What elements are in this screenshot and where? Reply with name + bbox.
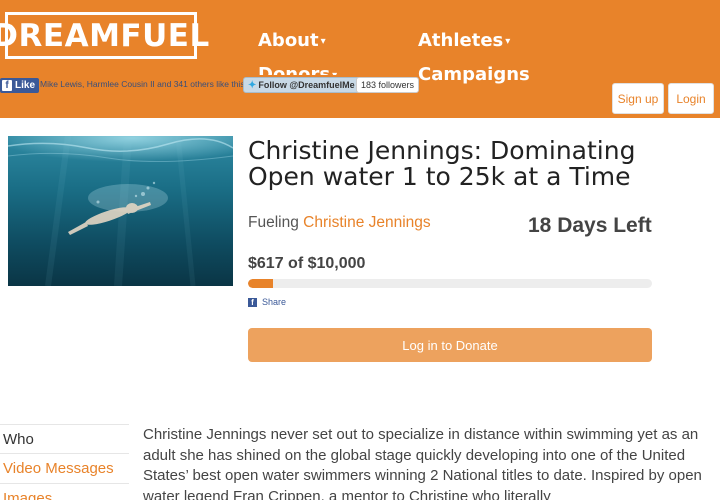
facebook-like-button[interactable]: f Like: [0, 78, 40, 93]
swimmer-photo: [8, 136, 233, 286]
campaign-image: [8, 136, 233, 286]
facebook-icon: f: [248, 297, 257, 307]
facebook-like-text: Mike Lewis, Harmlee Cousin II and 341 ot…: [40, 79, 247, 89]
nav-campaigns[interactable]: Campaigns: [418, 64, 530, 85]
twitter-bird-icon: ✦: [248, 79, 257, 91]
athlete-name-link[interactable]: Christine Jennings: [303, 214, 431, 231]
nav-campaigns-label: Campaigns: [418, 64, 530, 85]
nav-donors-label: Donors: [258, 64, 331, 75]
nav-donors[interactable]: Donors▾: [258, 64, 337, 75]
sidebar-item-video-messages[interactable]: Video Messages: [0, 454, 129, 484]
twitter-follow-button[interactable]: ✦ Follow @DreamfuelMe: [243, 77, 360, 93]
chevron-down-icon: ▾: [320, 36, 326, 47]
site-logo[interactable]: DREAMFUEL: [0, 12, 209, 59]
donate-button[interactable]: Log in to Donate: [248, 328, 652, 362]
story-sidebar-nav: Who Video Messages Images: [0, 424, 129, 500]
chevron-down-icon: ▾: [505, 36, 511, 47]
days-left: 18 Days Left: [528, 214, 652, 237]
nav-athletes-label: Athletes: [418, 30, 504, 51]
funding-progress-fill: [248, 279, 274, 288]
sidebar-item-images[interactable]: Images: [0, 484, 129, 500]
share-label: Share: [262, 297, 287, 307]
twitter-follow-label: Follow @DreamfuelMe: [258, 80, 355, 90]
nav-about-label: About: [258, 30, 319, 51]
amount-raised: $617 of $10,000: [248, 255, 366, 272]
fueling-line: Fueling Christine Jennings: [248, 214, 431, 232]
funding-progress-bar: [248, 279, 652, 288]
twitter-follower-count: 183 followers: [356, 77, 420, 93]
chevron-down-icon: ▾: [332, 70, 337, 75]
facebook-icon: f: [2, 80, 12, 91]
campaign-title: Christine Jennings: Dominating Open wate…: [248, 136, 636, 191]
signup-button[interactable]: Sign up: [612, 83, 664, 114]
sidebar-item-who[interactable]: Who: [0, 424, 129, 454]
campaign-story: Christine Jennings never set out to spec…: [143, 426, 702, 500]
site-header: DREAMFUEL About▾ Athletes▾ Donors▾ Campa…: [0, 0, 720, 118]
facebook-like-label: Like: [15, 80, 36, 91]
login-button[interactable]: Login: [668, 83, 714, 114]
facebook-share-button[interactable]: f Share: [248, 297, 286, 307]
nav-about[interactable]: About ▾: [258, 30, 326, 51]
fueling-prefix: Fueling: [248, 214, 299, 231]
nav-athletes[interactable]: Athletes ▾: [418, 30, 510, 51]
